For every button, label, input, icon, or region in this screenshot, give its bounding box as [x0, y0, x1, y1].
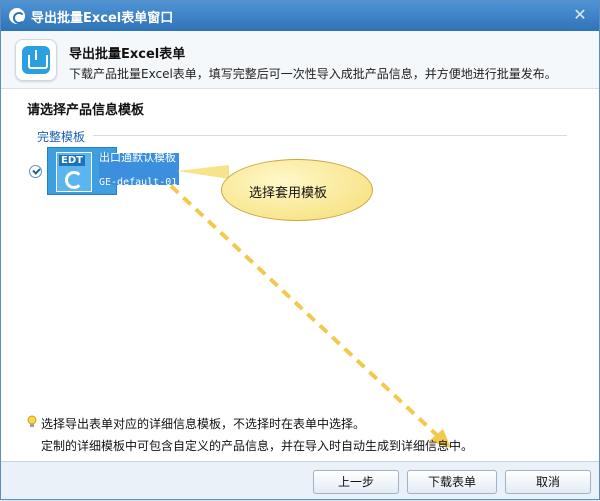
group-divider: [93, 135, 567, 136]
header-title: 导出批量Excel表单: [69, 47, 186, 62]
app-logo-icon: [9, 8, 25, 24]
hint-text-2: 定制的详细模板中可包含自定义的产品信息，并在导入时自动生成到详细信息中。: [41, 439, 474, 453]
template-code: GE-default-01: [99, 177, 178, 188]
dialog-header: 导出批量Excel表单 下载产品批量Excel表单，填写完整后可一次性导入成批产…: [1, 31, 599, 89]
section-title: 请选择产品信息模板: [27, 103, 145, 118]
download-form-button[interactable]: 下载表单: [407, 470, 497, 494]
callout-pointer: [177, 165, 229, 179]
edt-badge: EDT: [59, 155, 85, 166]
lightbulb-icon: [27, 415, 37, 427]
export-icon-inner: [22, 46, 50, 74]
callout-text: 选择套用模板: [249, 186, 328, 201]
previous-button[interactable]: 上一步: [313, 470, 399, 494]
cancel-button[interactable]: 取消: [505, 470, 591, 494]
export-icon: [15, 39, 57, 81]
e-logo-icon: [65, 171, 83, 189]
close-icon: ✕: [573, 5, 587, 24]
template-item-default[interactable]: EDT 出口通默认模板 GE-default-01: [27, 147, 187, 197]
header-description: 下载产品批量Excel表单，填写完整后可一次性导入成批产品信息，并方便地进行批量…: [69, 67, 557, 81]
template-radio-checked[interactable]: [29, 165, 42, 178]
arrow-line: [169, 184, 443, 441]
export-dialog: 导出批量Excel表单窗口 ✕ 导出批量Excel表单 下载产品批量Excel表…: [0, 0, 600, 500]
document-icon: EDT: [56, 152, 92, 192]
hint-text-1: 选择导出表单对应的详细信息模板，不选择时在表单中选择。: [41, 417, 366, 431]
dialog-footer: 上一步 下载表单 取消: [1, 461, 599, 499]
template-name: 出口通默认模板: [99, 151, 176, 164]
title-bar[interactable]: 导出批量Excel表单窗口 ✕: [1, 1, 599, 31]
template-group-label: 完整模板: [37, 130, 86, 144]
window-title: 导出批量Excel表单窗口: [31, 11, 174, 26]
close-button[interactable]: ✕: [571, 6, 589, 24]
